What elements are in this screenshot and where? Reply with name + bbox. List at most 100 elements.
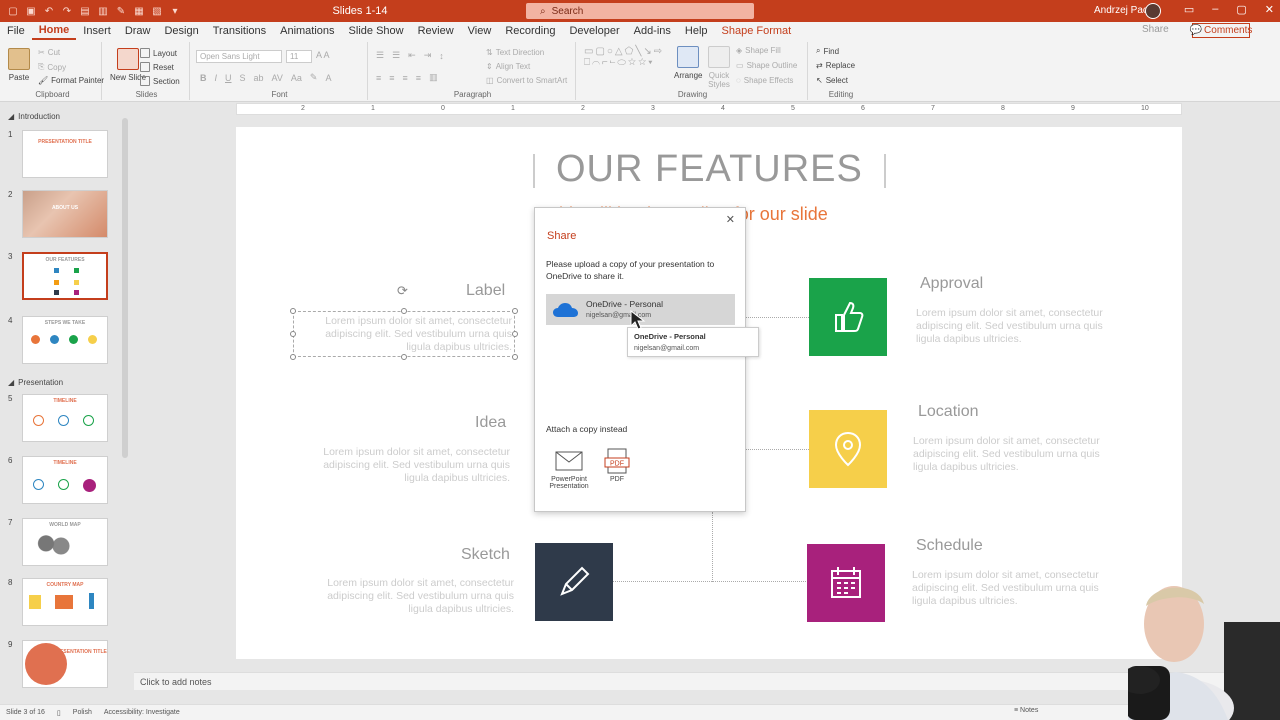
slide-thumbnail-7[interactable]: WORLD MAP (22, 518, 108, 566)
outdent-icon[interactable]: ⇥ (424, 50, 432, 61)
resize-handle[interactable] (512, 354, 518, 360)
shape-outline-button[interactable]: ▭ Shape Outline (736, 61, 797, 70)
indent-icon[interactable]: ⇤ (408, 50, 416, 61)
section-introduction[interactable]: ◢ Introduction (8, 112, 60, 121)
columns-icon[interactable]: ▥ (429, 72, 438, 83)
underline-icon[interactable]: U (225, 73, 232, 83)
tab-recording[interactable]: Recording (498, 22, 562, 40)
feature-label-schedule[interactable]: Schedule (916, 537, 983, 555)
sketch-tile[interactable] (535, 543, 613, 621)
slide-thumbnail-5[interactable]: TIMELINE (22, 394, 108, 442)
text-direction-button[interactable]: ⇅ Text Direction (486, 48, 544, 57)
feature-text-schedule[interactable]: Lorem ipsum dolor sit amet, consectetur … (912, 569, 1124, 608)
accessibility-status[interactable]: Accessibility: Investigate (104, 709, 180, 716)
feature-text-idea[interactable]: Lorem ipsum dolor sit amet, consectetur … (298, 446, 510, 485)
language-indicator[interactable]: Polish (73, 709, 92, 716)
convert-smartart-button[interactable]: ◫ Convert to SmartArt (486, 76, 567, 85)
close-icon[interactable]: ✕ (726, 213, 735, 226)
section-presentation[interactable]: ◢ Presentation (8, 378, 63, 387)
line-spacing-icon[interactable]: ↕ (439, 51, 444, 61)
more-icon[interactable]: ▾ (168, 4, 182, 18)
resize-handle[interactable] (401, 354, 407, 360)
approval-tile[interactable] (809, 278, 887, 356)
attach-powerpoint-button[interactable]: PowerPoint Presentation (547, 448, 591, 490)
reset-button[interactable]: Reset (140, 62, 174, 72)
resize-handle[interactable] (512, 331, 518, 337)
feature-text-sketch[interactable]: Lorem ipsum dolor sit amet, consectetur … (302, 577, 514, 616)
feature-label-location[interactable]: Location (918, 403, 979, 421)
align-buttons[interactable]: ≡ ≡ ≡ ≡ ▥ (376, 72, 438, 83)
bold-icon[interactable]: B (200, 73, 207, 83)
tab-shape-format[interactable]: Shape Format (715, 22, 799, 40)
slide-thumbnail-4[interactable]: STEPS WE TAKE (22, 316, 108, 364)
notes-toggle-button[interactable]: ≡ Notes (1014, 707, 1038, 714)
align-right-icon[interactable]: ≡ (403, 73, 408, 83)
thumbnails-scrollbar[interactable] (122, 118, 128, 458)
shape-effects-button[interactable]: ◌ Shape Effects (736, 76, 793, 85)
shapes-gallery[interactable]: ▭▢○△⬠╲↘⇨ ⎕⌒⌐⌙⬭☆☆▾ (584, 46, 664, 68)
slide-thumbnail-8[interactable]: COUNTRY MAP (22, 578, 108, 626)
font-grow-shrink[interactable]: A A (316, 50, 330, 60)
tab-design[interactable]: Design (157, 22, 205, 40)
resize-handle[interactable] (290, 308, 296, 314)
align-text-button[interactable]: ⇕ Align Text (486, 62, 530, 71)
justify-icon[interactable]: ≡ (416, 73, 421, 83)
close-window-icon[interactable]: ✕ (1265, 3, 1274, 16)
layout-button[interactable]: Layout (140, 48, 177, 58)
feature-label-idea[interactable]: Idea (475, 414, 506, 432)
feature-text-label[interactable]: Lorem ipsum dolor sit amet, consectetur … (300, 315, 512, 354)
select-button[interactable]: ↖ Select (816, 76, 848, 85)
slide-thumbnail-1[interactable]: PRESENTATION TITLE (22, 130, 108, 178)
shadow-icon[interactable]: S (240, 73, 246, 83)
slide-thumbnail-9[interactable]: PRESENTATION TITLE (22, 640, 108, 688)
tab-developer[interactable]: Developer (562, 22, 626, 40)
resize-handle[interactable] (290, 331, 296, 337)
ribbon-display-icon[interactable]: ▭ (1184, 3, 1194, 16)
present-icon[interactable]: ▦ (132, 4, 146, 18)
pen-icon[interactable]: ✎ (114, 4, 128, 18)
horizontal-ruler[interactable]: 2 1 0 1 2 3 4 5 6 7 8 9 10 (236, 103, 1182, 115)
replace-button[interactable]: ⇄ Replace (816, 61, 855, 70)
format-icon[interactable]: ▧ (150, 4, 164, 18)
feature-label-approval[interactable]: Approval (920, 275, 983, 293)
copy-button[interactable]: ⎘ Copy (38, 62, 66, 72)
tab-add-ins[interactable]: Add-ins (627, 22, 678, 40)
tab-insert[interactable]: Insert (76, 22, 118, 40)
find-button[interactable]: ⌕ Find (816, 46, 839, 56)
feature-text-approval[interactable]: Lorem ipsum dolor sit amet, consectetur … (916, 307, 1128, 346)
tab-animations[interactable]: Animations (273, 22, 341, 40)
resize-handle[interactable] (401, 308, 407, 314)
strike-icon[interactable]: ab (254, 73, 264, 83)
feature-text-location[interactable]: Lorem ipsum dolor sit amet, consectetur … (913, 435, 1125, 474)
spelling-icon[interactable]: ▯ (57, 709, 61, 717)
tab-draw[interactable]: Draw (118, 22, 158, 40)
schedule-tile[interactable] (807, 544, 885, 622)
open-icon[interactable]: ▤ (78, 4, 92, 18)
search-box[interactable]: ⌕ Search (526, 3, 754, 19)
font-color-icon[interactable]: A (325, 73, 331, 83)
font-name-box[interactable]: Open Sans Light (196, 50, 282, 63)
font-format-buttons[interactable]: B I U Sab AV Aa ✎ A (200, 72, 331, 83)
redo-icon[interactable]: ↷ (60, 4, 74, 18)
print-icon[interactable]: ▥ (96, 4, 110, 18)
undo-icon[interactable]: ↶ (42, 4, 56, 18)
font-size-box[interactable]: 11 (286, 50, 312, 63)
shape-fill-button[interactable]: ◈ Shape Fill (736, 46, 781, 55)
tab-file[interactable]: File (0, 22, 32, 40)
maximize-icon[interactable]: ▢ (1236, 3, 1246, 16)
quick-styles-button[interactable]: Quick Styles (706, 46, 732, 89)
slide-thumbnails-panel[interactable]: ◢ Introduction 1 PRESENTATION TITLE 2 ABO… (0, 108, 134, 704)
location-tile[interactable] (809, 410, 887, 488)
resize-handle[interactable] (290, 354, 296, 360)
save-icon[interactable]: ▣ (24, 4, 38, 18)
autosave-icon[interactable]: ▢ (6, 4, 20, 18)
list-buttons[interactable]: ☰ ☰ ⇤ ⇥ ↕ (376, 50, 444, 61)
tab-view[interactable]: View (461, 22, 499, 40)
format-painter-button[interactable]: 🖌 Format Painter (38, 76, 104, 85)
paste-button[interactable]: Paste (8, 48, 30, 82)
tab-home[interactable]: Home (31, 22, 77, 40)
share-button[interactable]: Share (1142, 24, 1169, 35)
slide-title[interactable]: OUR FEATURES (556, 148, 863, 191)
bullets-icon[interactable]: ☰ (376, 50, 384, 61)
highlight-icon[interactable]: ✎ (310, 72, 318, 83)
